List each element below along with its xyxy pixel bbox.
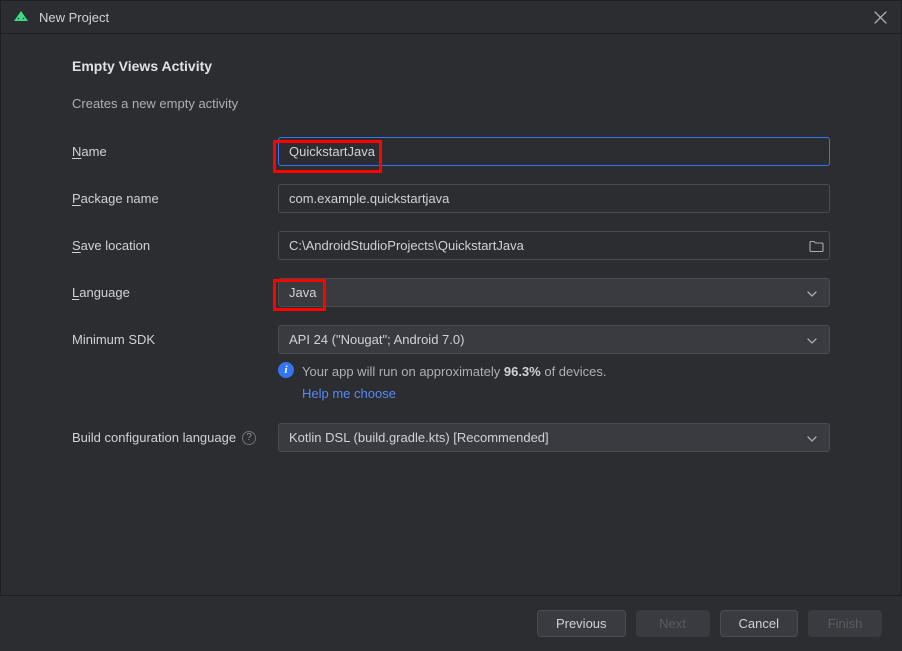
row-package: Package name <box>72 184 830 213</box>
label-build-config: Build configuration language ? <box>72 430 278 445</box>
label-package: Package name <box>72 191 278 206</box>
build-config-value: Kotlin DSL (build.gradle.kts) [Recommend… <box>289 430 549 445</box>
close-icon[interactable] <box>874 11 887 27</box>
package-input[interactable] <box>278 184 830 213</box>
label-name: Name <box>72 144 278 159</box>
name-input[interactable] <box>278 137 830 166</box>
dialog-content: Empty Views Activity Creates a new empty… <box>1 34 901 452</box>
min-sdk-info: i Your app will run on approximately 96.… <box>278 362 830 403</box>
language-select[interactable]: Java <box>278 278 830 307</box>
label-language: Language <box>72 285 278 300</box>
row-save-location: Save location <box>72 231 830 260</box>
cancel-button[interactable]: Cancel <box>720 610 798 637</box>
label-save-location: Save location <box>72 238 278 253</box>
browse-folder-icon[interactable] <box>809 239 824 252</box>
row-min-sdk: Minimum SDK API 24 ("Nougat"; Android 7.… <box>72 325 830 354</box>
device-coverage-text: Your app will run on approximately 96.3%… <box>302 362 607 403</box>
help-icon[interactable]: ? <box>242 431 256 445</box>
language-value: Java <box>289 285 316 300</box>
previous-button[interactable]: Previous <box>537 610 626 637</box>
chevron-down-icon <box>807 332 817 347</box>
chevron-down-icon <box>807 285 817 300</box>
save-location-input[interactable] <box>278 231 830 260</box>
build-config-select-wrap: Kotlin DSL (build.gradle.kts) [Recommend… <box>278 423 830 452</box>
min-sdk-select-wrap: API 24 ("Nougat"; Android 7.0) <box>278 325 830 354</box>
row-build-config: Build configuration language ? Kotlin DS… <box>72 423 830 452</box>
language-select-wrap: Java <box>278 278 830 307</box>
page-subtitle: Creates a new empty activity <box>72 96 830 111</box>
dialog-footer: Previous Next Cancel Finish <box>0 595 902 651</box>
label-min-sdk: Minimum SDK <box>72 332 278 347</box>
chevron-down-icon <box>807 430 817 445</box>
finish-button: Finish <box>808 610 882 637</box>
build-config-select[interactable]: Kotlin DSL (build.gradle.kts) [Recommend… <box>278 423 830 452</box>
min-sdk-select[interactable]: API 24 ("Nougat"; Android 7.0) <box>278 325 830 354</box>
row-name: Name <box>72 137 830 166</box>
app-logo-icon <box>13 9 29 25</box>
row-language: Language Java <box>72 278 830 307</box>
info-icon: i <box>278 362 294 378</box>
next-button: Next <box>636 610 710 637</box>
min-sdk-value: API 24 ("Nougat"; Android 7.0) <box>289 332 464 347</box>
help-me-choose-link[interactable]: Help me choose <box>302 384 607 404</box>
window-title: New Project <box>39 10 109 25</box>
save-location-input-wrap <box>278 231 830 260</box>
name-input-wrap <box>278 137 830 166</box>
package-input-wrap <box>278 184 830 213</box>
titlebar: New Project <box>1 1 901 34</box>
page-title: Empty Views Activity <box>72 58 830 74</box>
